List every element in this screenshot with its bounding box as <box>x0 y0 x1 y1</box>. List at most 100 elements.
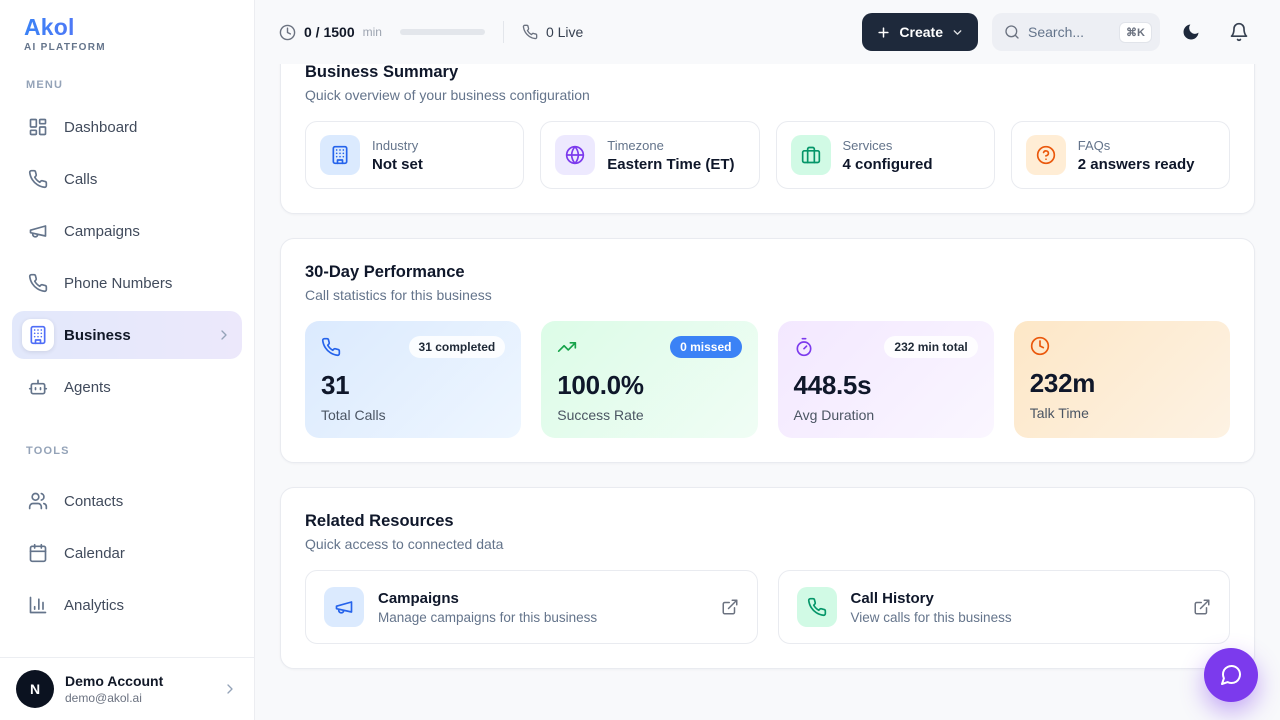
sidebar-item-calls[interactable]: Calls <box>12 155 242 203</box>
dark-mode-toggle[interactable] <box>1174 15 1208 49</box>
account-email: demo@akol.ai <box>65 691 163 705</box>
sidebar-nav: MENU Dashboard Calls Campaigns <box>0 59 254 629</box>
sidebar: Akol AI PLATFORM MENU Dashboard Calls <box>0 0 255 720</box>
sidebar-item-label: Phone Numbers <box>64 275 172 292</box>
chevron-down-icon <box>951 26 964 39</box>
content-column: 0 / 1500 min 0 Live Create <box>255 0 1280 720</box>
create-button[interactable]: Create <box>862 13 978 51</box>
phone-icon <box>797 587 837 627</box>
section-subtitle: Quick overview of your business configur… <box>305 87 1230 103</box>
resource-link-call-history[interactable]: Call History View calls for this busines… <box>778 570 1231 644</box>
header-actions: Create ⌘K <box>862 13 1256 51</box>
external-link-icon <box>721 598 739 616</box>
sidebar-item-label: Calendar <box>64 545 125 562</box>
search-input[interactable] <box>1028 24 1111 40</box>
summary-value: Not set <box>372 156 423 173</box>
stat-badge: 232 min total <box>884 336 977 358</box>
phone-icon <box>321 337 341 357</box>
create-button-label: Create <box>899 24 943 40</box>
app-logo: Akol <box>24 14 230 41</box>
app-root: Akol AI PLATFORM MENU Dashboard Calls <box>0 0 1280 720</box>
sidebar-item-label: Dashboard <box>64 119 137 136</box>
trending-up-icon <box>557 337 577 357</box>
bot-icon <box>22 371 54 403</box>
globe-icon <box>555 135 595 175</box>
account-info: Demo Account demo@akol.ai <box>65 673 163 705</box>
moon-icon <box>1181 22 1201 42</box>
sidebar-item-label: Contacts <box>64 493 123 510</box>
summary-value: 2 answers ready <box>1078 156 1195 173</box>
usage-unit: min <box>363 25 382 39</box>
stat-value: 100.0% <box>557 370 741 401</box>
sidebar-item-label: Agents <box>64 379 111 396</box>
sidebar-item-campaigns[interactable]: Campaigns <box>12 207 242 255</box>
account-menu[interactable]: N Demo Account demo@akol.ai <box>0 657 254 720</box>
megaphone-icon <box>324 587 364 627</box>
header-divider <box>503 21 504 43</box>
external-link-icon <box>1193 598 1211 616</box>
plus-icon <box>876 25 891 40</box>
summary-card-industry: Industry Not set <box>305 121 524 189</box>
chat-fab-button[interactable] <box>1204 648 1258 702</box>
summary-card-timezone: Timezone Eastern Time (ET) <box>540 121 759 189</box>
performance-card: 30-Day Performance Call statistics for t… <box>280 238 1255 463</box>
stat-label: Success Rate <box>557 407 741 423</box>
chevron-right-icon <box>216 327 232 343</box>
building-icon <box>22 319 54 351</box>
bell-icon <box>1229 22 1249 42</box>
summary-label: Timezone <box>607 138 734 153</box>
summary-value: Eastern Time (ET) <box>607 156 734 173</box>
summary-value: 4 configured <box>843 156 933 173</box>
stat-badge: 0 missed <box>670 336 741 358</box>
sidebar-item-agents[interactable]: Agents <box>12 363 242 411</box>
sidebar-item-dashboard[interactable]: Dashboard <box>12 103 242 151</box>
sidebar-item-label: Business <box>64 327 131 344</box>
section-subtitle: Quick access to connected data <box>305 536 1230 552</box>
section-title: 30-Day Performance <box>305 263 1230 282</box>
search-box[interactable]: ⌘K <box>992 13 1160 51</box>
stat-value: 31 <box>321 370 505 401</box>
search-icon <box>1004 24 1020 40</box>
avatar: N <box>16 670 54 708</box>
stats-grid: 31 completed 31 Total Calls 0 missed 100… <box>305 321 1230 438</box>
calendar-icon <box>22 537 54 569</box>
stat-talk-time: 232m Talk Time <box>1014 321 1230 438</box>
stat-value: 232m <box>1030 368 1214 399</box>
resource-description: View calls for this business <box>851 610 1012 625</box>
stat-label: Avg Duration <box>794 407 978 423</box>
account-name: Demo Account <box>65 673 163 689</box>
help-circle-icon <box>1026 135 1066 175</box>
main-content: Business Summary Quick overview of your … <box>255 64 1280 720</box>
resource-title: Campaigns <box>378 590 597 607</box>
sidebar-item-analytics[interactable]: Analytics <box>12 581 242 629</box>
clock-icon <box>279 24 296 41</box>
phone-call-icon <box>22 163 54 195</box>
sidebar-item-calendar[interactable]: Calendar <box>12 529 242 577</box>
chat-bubble-icon <box>1219 663 1243 687</box>
sidebar-item-label: Analytics <box>64 597 124 614</box>
related-resources-card: Related Resources Quick access to connec… <box>280 487 1255 669</box>
bar-chart-icon <box>22 589 54 621</box>
summary-card-faqs: FAQs 2 answers ready <box>1011 121 1230 189</box>
logo-block: Akol AI PLATFORM <box>0 0 254 59</box>
summary-label: Services <box>843 138 933 153</box>
sidebar-item-contacts[interactable]: Contacts <box>12 477 242 525</box>
resource-link-campaigns[interactable]: Campaigns Manage campaigns for this busi… <box>305 570 758 644</box>
business-summary-card: Business Summary Quick overview of your … <box>280 64 1255 214</box>
resources-grid: Campaigns Manage campaigns for this busi… <box>305 570 1230 644</box>
sidebar-item-business[interactable]: Business <box>12 311 242 359</box>
summary-label: FAQs <box>1078 138 1195 153</box>
timer-icon <box>794 337 814 357</box>
sidebar-item-phone-numbers[interactable]: Phone Numbers <box>12 259 242 307</box>
summary-card-services: Services 4 configured <box>776 121 995 189</box>
summary-grid: Industry Not set Timezone Eastern Time (… <box>305 121 1230 189</box>
sidebar-item-label: Campaigns <box>64 223 140 240</box>
clock-icon <box>1030 336 1050 356</box>
phone-icon <box>22 267 54 299</box>
notifications-button[interactable] <box>1222 15 1256 49</box>
stat-label: Talk Time <box>1030 405 1214 421</box>
usage-value: 0 / 1500 <box>304 24 355 40</box>
briefcase-icon <box>791 135 831 175</box>
summary-label: Industry <box>372 138 423 153</box>
stat-value: 448.5s <box>794 370 978 401</box>
